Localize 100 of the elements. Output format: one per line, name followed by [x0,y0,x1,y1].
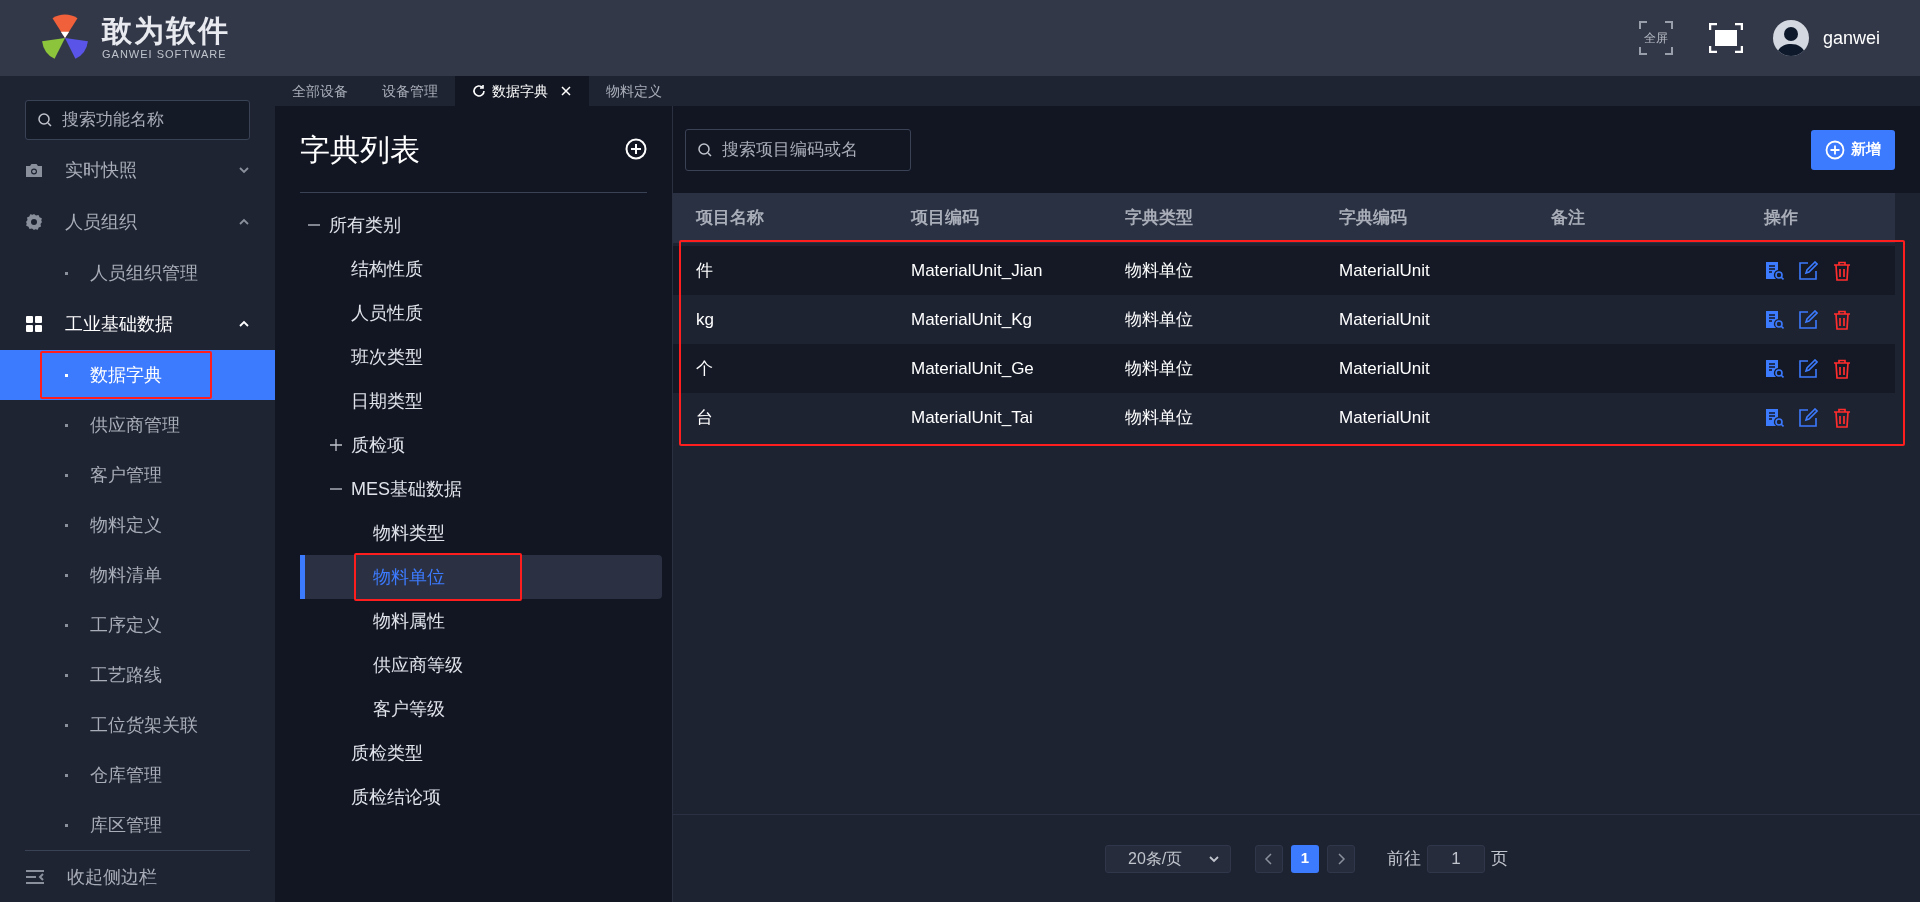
column-header: 项目编码 [911,207,980,230]
search-icon [697,141,713,158]
table-cell-text: 件 [696,259,714,282]
table-cell-text: 物料单位 [1125,406,1194,429]
menu-group[interactable]: 实时快照 [0,144,275,196]
tree-item[interactable]: 质检类型 [300,731,662,775]
edit-icon [1798,309,1818,330]
table-cell-text: kg [696,308,715,331]
tab[interactable]: 数据字典 [455,76,589,106]
delete-button[interactable] [1832,407,1852,428]
column-header: 字典类型 [1125,207,1194,230]
view-button[interactable] [1764,407,1784,428]
camera-icon [25,162,43,178]
menu-item[interactable]: 仓库管理 [0,750,275,800]
page-button[interactable]: 1 [1291,844,1319,873]
table-cell-text: MaterialUnit [1339,357,1431,380]
menu-item[interactable]: 物料清单 [0,550,275,600]
tree-item[interactable]: 所有类别 [300,203,662,247]
grid-icon [25,315,43,333]
tree-item[interactable]: 质检项 [300,423,662,467]
document-search-icon [1764,309,1784,330]
tab[interactable]: 物料定义 [589,76,679,106]
search-field[interactable]: 搜索功能名称 [25,100,250,140]
tree-item[interactable]: 物料类型 [300,511,662,555]
previous-page-button[interactable] [1255,844,1283,873]
bullet-icon [65,573,68,577]
add-icon [625,138,647,160]
tree-item[interactable]: MES基础数据 [300,467,662,511]
tree-item[interactable]: 班次类型 [300,335,662,379]
menu-item[interactable]: 人员组织管理 [0,248,275,298]
menu-item[interactable]: 工序定义 [0,600,275,650]
menu-group[interactable]: 工业基础数据 [0,298,275,350]
edit-button[interactable] [1798,358,1818,379]
page-size-select[interactable]: 20条/页 [1105,844,1231,873]
page-number-field[interactable]: 1 [1427,844,1485,873]
table-cell-text: MaterialUnit_Tai [911,406,1034,429]
search-icon [37,112,53,128]
fullscreen-button[interactable]: 全屏 [1638,21,1673,55]
bullet-icon [65,523,68,527]
view-button[interactable] [1764,260,1784,281]
user-name: ganwei [1822,26,1880,50]
tree-item[interactable]: 结构性质 [300,247,662,291]
tab[interactable]: 设备管理 [365,76,455,106]
table-cell-text: 个 [696,357,714,380]
tree-item[interactable]: 供应商等级 [300,643,662,687]
bullet-icon [65,673,68,677]
edit-button[interactable] [1798,260,1818,281]
bullet-icon [65,723,68,727]
document-search-icon [1764,358,1784,379]
menu-item[interactable]: 物料定义 [0,500,275,550]
fullscreen-icon [1708,23,1743,53]
menu-item[interactable]: 供应商管理 [0,400,275,450]
selection-indicator [300,555,305,599]
view-button[interactable] [1764,309,1784,330]
collapse-icon [25,869,45,885]
screen-toggle-button[interactable] [1708,23,1743,53]
edit-button[interactable] [1798,407,1818,428]
search-field[interactable]: 搜索项目编码或名 [685,128,911,171]
table-cell-text: MaterialUnit_Ge [911,357,1035,380]
table-cell-text: MaterialUnit_Kg [911,308,1033,331]
close-icon [560,85,572,97]
collapse-sidebar-button[interactable]: 收起侧边栏 [0,851,275,902]
table-cell-text: 物料单位 [1125,259,1194,282]
tab[interactable]: 全部设备 [275,76,365,106]
chevron-right-icon [1335,852,1347,865]
table-cell-text: MaterialUnit_Jian [911,259,1044,282]
table-cell-text: MaterialUnit [1339,406,1431,429]
expand-icon [329,438,343,452]
tree-item[interactable]: 客户等级 [300,687,662,731]
column-header: 备注 [1551,207,1586,230]
trash-icon [1832,407,1852,428]
tree-item[interactable]: 质检结论项 [300,775,662,819]
column-header: 字典编码 [1339,207,1408,230]
add-category-button[interactable] [625,138,647,160]
delete-button[interactable] [1832,260,1852,281]
edit-button[interactable] [1798,309,1818,330]
delete-button[interactable] [1832,358,1852,379]
page-suffix: 页 [1491,847,1508,870]
menu-item[interactable]: 工位货架关联 [0,700,275,750]
add-button[interactable]: 新增 [1811,129,1895,170]
edit-icon [1798,407,1818,428]
tree-item[interactable]: 物料属性 [300,599,662,643]
menu-item[interactable]: 数据字典 [0,350,275,400]
next-page-button[interactable] [1327,844,1355,873]
add-icon [1825,139,1845,160]
trash-icon [1832,309,1852,330]
brand-name: 敢为软件 [102,16,230,46]
menu-item[interactable]: 工艺路线 [0,650,275,700]
tree-item[interactable]: 人员性质 [300,291,662,335]
table-cell-text: 台 [696,406,714,429]
menu-group[interactable]: 人员组织 [0,196,275,248]
menu-item[interactable]: 客户管理 [0,450,275,500]
view-button[interactable] [1764,358,1784,379]
refresh-icon [472,84,486,98]
delete-button[interactable] [1832,309,1852,330]
menu-item[interactable]: 库区管理 [0,800,275,850]
brand-subtitle: GANWEI SOFTWARE [102,49,228,60]
tree-item[interactable]: 日期类型 [300,379,662,423]
bullet-icon [65,373,68,377]
settings-icon [25,213,43,231]
